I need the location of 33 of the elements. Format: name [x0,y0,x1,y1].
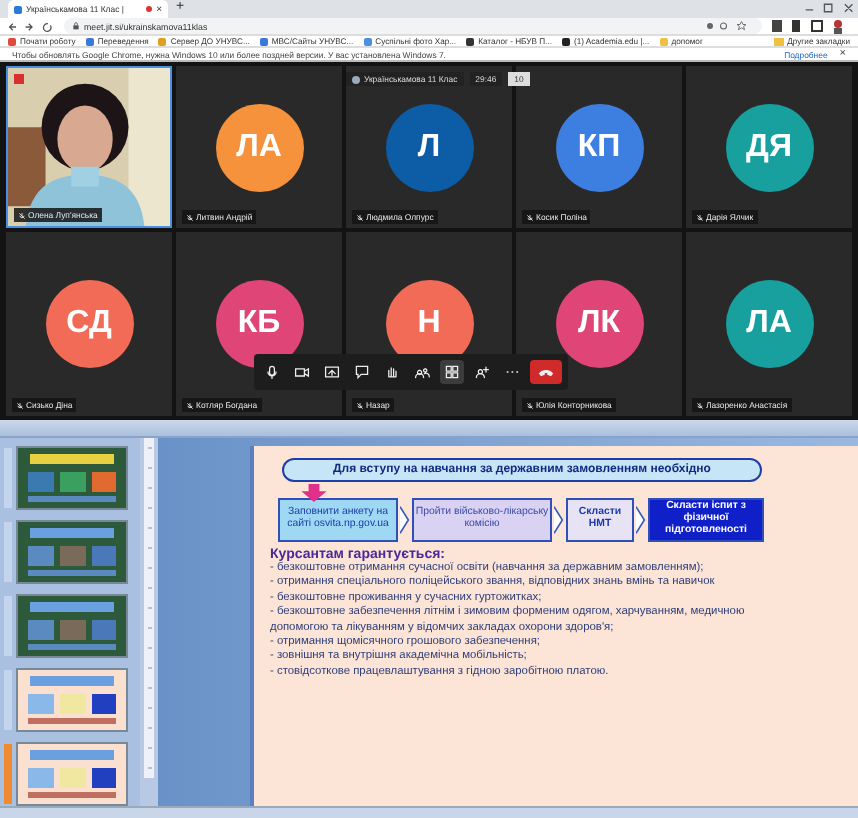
chevron-icon [636,500,646,540]
muted-mic-icon [18,211,26,219]
slide-thumbnail[interactable] [16,446,128,510]
muted-mic-icon [16,401,24,409]
avatar: СД [45,280,133,368]
muted-mic-icon [526,213,534,221]
window-controls-icon[interactable] [802,0,858,16]
chevron-icon [554,500,564,540]
avatar: ЛА [215,103,303,191]
hangup-icon [538,364,554,380]
chevron-icon [400,500,410,540]
pin-icon [14,74,24,84]
avatar: ЛА [725,280,813,368]
hangup-button[interactable] [530,360,562,384]
slide-thumbnail[interactable] [16,668,128,732]
muted-mic-icon [526,401,534,409]
avatar: КП [555,103,643,191]
avatar: Л [385,103,473,191]
slide-thumbnail[interactable] [16,742,128,806]
muted-mic-icon [696,213,704,221]
navigation-icon[interactable] [8,19,56,33]
avatar: ДЯ [725,103,813,191]
muted-mic-icon [696,401,704,409]
meeting-icon [14,5,22,13]
down-arrow-icon [298,484,330,502]
slide-thumbnail[interactable] [16,520,128,584]
muted-mic-icon [186,213,194,221]
muted-mic-icon [356,213,364,221]
lock-icon [72,22,80,30]
slide-thumbnail[interactable] [16,594,128,658]
avatar: ЛК [555,280,643,368]
avatar: КБ [215,280,303,368]
recording-icon [146,6,153,12]
